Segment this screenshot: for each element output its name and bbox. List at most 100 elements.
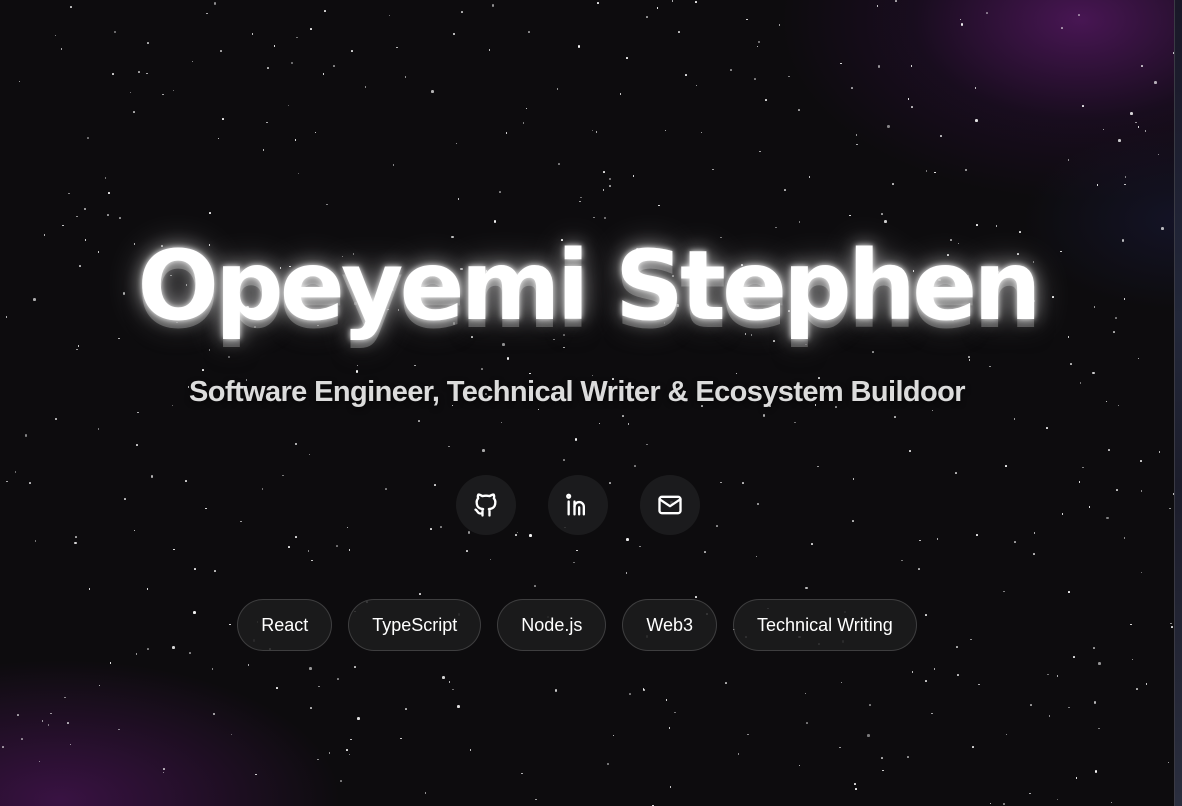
star <box>34 540 37 542</box>
mail-icon <box>658 495 682 515</box>
star <box>840 681 843 684</box>
github-link[interactable] <box>456 475 516 535</box>
star <box>276 687 279 689</box>
star <box>17 714 19 716</box>
star <box>695 596 697 598</box>
tag-nodejs[interactable]: Node.js <box>497 599 607 651</box>
star <box>1116 489 1118 492</box>
star <box>294 139 297 141</box>
star <box>213 2 217 6</box>
star <box>266 67 269 69</box>
star <box>674 711 676 714</box>
tag-typescript[interactable]: TypeScript <box>348 599 482 651</box>
star <box>1092 371 1095 375</box>
star <box>146 588 149 590</box>
star <box>457 198 460 200</box>
star <box>500 421 503 424</box>
star <box>201 369 204 372</box>
tag-react[interactable]: React <box>237 599 333 651</box>
linkedin-link[interactable] <box>548 475 608 535</box>
star <box>266 121 268 124</box>
star <box>747 733 749 736</box>
star <box>525 107 528 110</box>
star <box>133 111 135 113</box>
star <box>1098 662 1101 665</box>
star <box>364 86 367 88</box>
github-icon <box>474 493 497 517</box>
star <box>900 559 903 562</box>
star <box>499 191 501 193</box>
star <box>1002 803 1005 805</box>
star <box>350 738 352 741</box>
star <box>162 771 165 774</box>
star <box>424 792 427 794</box>
star <box>18 80 21 83</box>
star <box>162 93 165 96</box>
star <box>1067 159 1070 162</box>
star <box>595 131 598 134</box>
star <box>466 550 468 552</box>
star <box>212 712 216 716</box>
star <box>29 482 31 484</box>
star <box>88 588 91 590</box>
star <box>452 32 456 36</box>
star <box>817 465 819 468</box>
star <box>892 183 894 185</box>
star <box>97 428 100 430</box>
star <box>1139 460 1142 462</box>
star <box>481 368 483 370</box>
star <box>576 549 579 552</box>
star <box>1030 704 1032 707</box>
star <box>811 543 813 546</box>
email-link[interactable] <box>640 475 700 535</box>
star <box>838 746 841 749</box>
star <box>189 651 191 654</box>
star <box>150 475 154 479</box>
tag-technical-writing[interactable]: Technical Writing <box>733 599 917 651</box>
star <box>392 164 395 166</box>
star <box>310 28 312 30</box>
star <box>98 684 101 687</box>
star <box>482 449 485 452</box>
star <box>556 88 559 90</box>
star <box>1154 81 1157 84</box>
star <box>798 764 801 767</box>
star <box>350 50 353 52</box>
star <box>1061 26 1063 29</box>
star <box>185 480 187 483</box>
tag-web3[interactable]: Web3 <box>622 599 718 651</box>
star <box>322 72 325 75</box>
star <box>1136 688 1138 690</box>
star <box>695 1 697 3</box>
star <box>964 168 968 172</box>
star <box>163 768 165 771</box>
star <box>558 163 560 165</box>
star <box>230 733 233 736</box>
star <box>348 753 351 756</box>
star <box>784 189 786 191</box>
star <box>762 413 766 417</box>
star <box>297 172 300 175</box>
star <box>563 346 565 349</box>
star <box>295 536 297 538</box>
star <box>451 688 454 691</box>
star <box>881 757 883 759</box>
star <box>54 417 58 421</box>
star <box>1082 104 1084 107</box>
star <box>869 704 871 706</box>
star <box>529 372 531 375</box>
star <box>720 481 722 484</box>
star <box>308 667 312 670</box>
star <box>1005 465 1007 467</box>
star <box>608 177 612 181</box>
star <box>135 653 138 655</box>
star <box>489 558 492 561</box>
star <box>808 175 811 178</box>
star <box>247 664 250 667</box>
star <box>853 782 856 785</box>
star <box>419 593 421 595</box>
star <box>1130 112 1133 115</box>
star <box>909 450 911 452</box>
star <box>753 78 756 81</box>
star <box>646 16 648 18</box>
